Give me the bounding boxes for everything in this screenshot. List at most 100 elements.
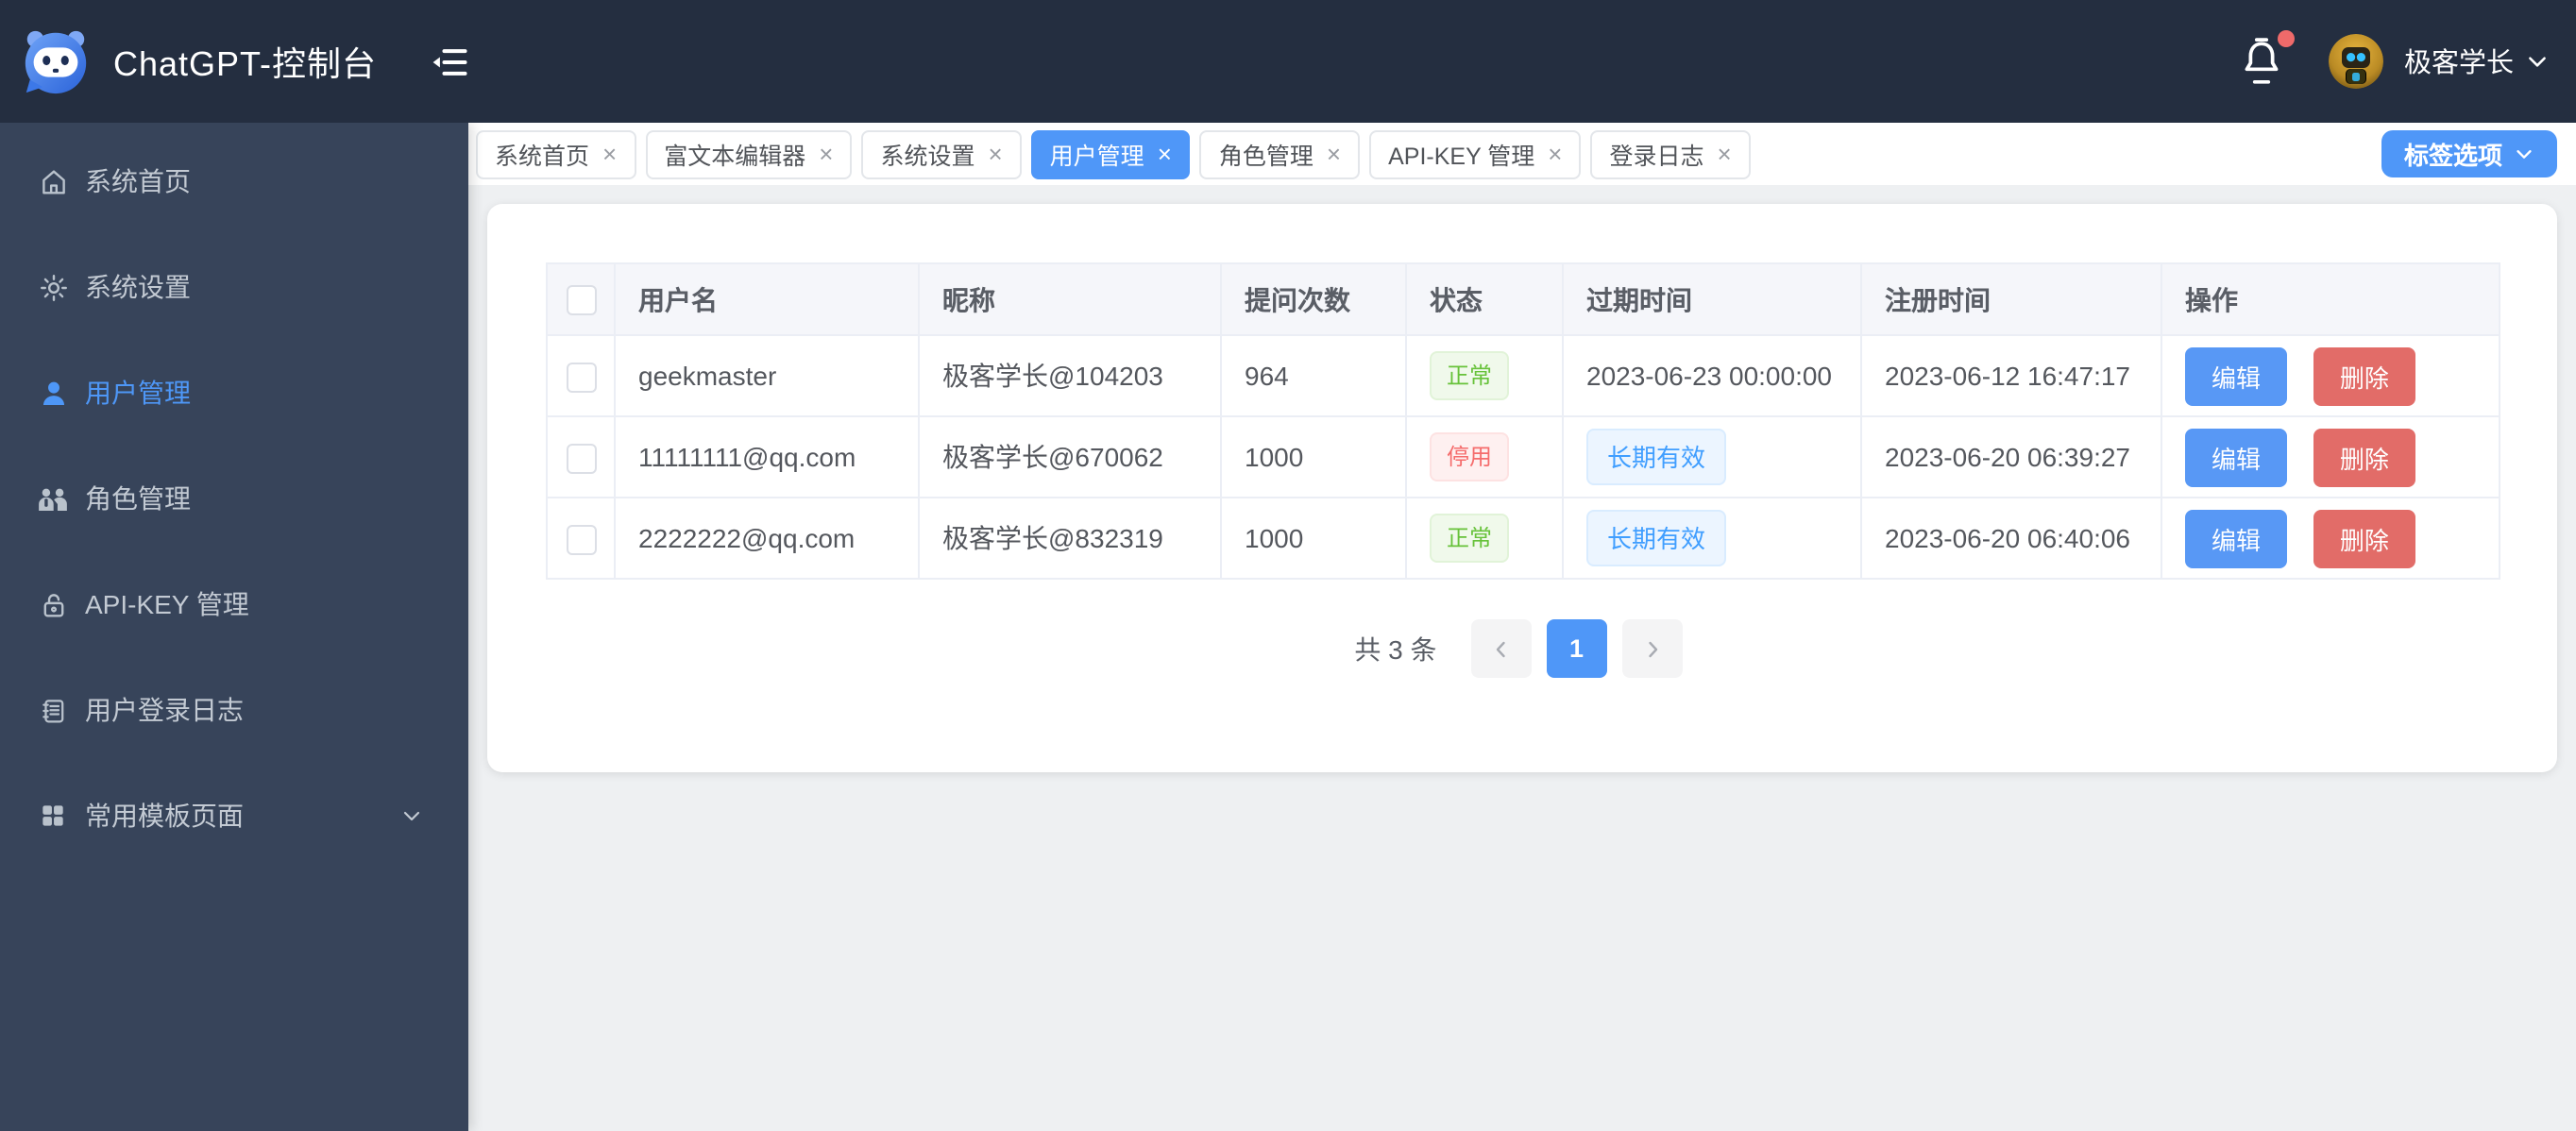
- user-table-card: 用户名 昵称 提问次数 状态 过期时间 注册时间 操作 geekmaster 极…: [487, 204, 2557, 772]
- status-badge: 正常: [1430, 514, 1510, 563]
- sidebar-item-role-management[interactable]: 角色管理: [0, 446, 468, 551]
- topbar: ChatGPT-控制台 极客学长: [0, 0, 2576, 123]
- delete-button[interactable]: 删除: [2313, 428, 2415, 486]
- select-all-checkbox[interactable]: [566, 285, 596, 316]
- cell-expire-time: 2023-06-23 00:00:00: [1562, 334, 1862, 417]
- tag-options-button[interactable]: 标签选项: [2381, 130, 2557, 177]
- delete-button[interactable]: 删除: [2313, 509, 2415, 567]
- user-table: 用户名 昵称 提问次数 状态 过期时间 注册时间 操作 geekmaster 极…: [546, 262, 2500, 580]
- edit-button[interactable]: 编辑: [2185, 428, 2288, 486]
- user-name[interactable]: 极客学长: [2404, 42, 2514, 81]
- cell-username: 2222222@qq.com: [614, 497, 920, 580]
- row-checkbox[interactable]: [566, 443, 596, 474]
- user-avatar[interactable]: [2329, 34, 2383, 89]
- gear-icon: [36, 270, 70, 304]
- pagination: 共 3 条 1: [546, 619, 2499, 678]
- col-header-username: 用户名: [614, 262, 920, 336]
- col-header-actions: 操作: [2161, 262, 2500, 336]
- chevron-down-icon: [2514, 143, 2534, 164]
- pagination-next-button[interactable]: [1621, 619, 1683, 678]
- expire-badge: 长期有效: [1586, 510, 1727, 566]
- tab-close-icon[interactable]: ×: [1327, 142, 1341, 166]
- tab-label: 系统首页: [495, 143, 590, 170]
- col-header-nickname: 昵称: [918, 262, 1222, 336]
- sidebar-item-home[interactable]: 系统首页: [0, 128, 468, 234]
- cell-register-time: 2023-06-20 06:39:27: [1860, 415, 2162, 498]
- sidebar-item-template-pages[interactable]: 常用模板页面: [0, 763, 468, 869]
- sidebar-item-label: 常用模板页面: [85, 801, 244, 831]
- sidebar-collapse-icon[interactable]: [424, 37, 473, 86]
- cell-nickname: 极客学长@670062: [918, 415, 1222, 498]
- col-header-expire-time: 过期时间: [1562, 262, 1862, 336]
- row-checkbox[interactable]: [566, 362, 596, 393]
- tab-label: API-KEY 管理: [1388, 143, 1535, 170]
- table-row: geekmaster 极客学长@104203 964 正常 2023-06-23…: [546, 334, 2500, 417]
- tab-close-icon[interactable]: ×: [602, 142, 617, 166]
- tab-richtext-editor[interactable]: 富文本编辑器 ×: [645, 129, 853, 178]
- sidebar-item-label: 角色管理: [85, 483, 191, 514]
- table-header-row: 用户名 昵称 提问次数 状态 过期时间 注册时间 操作: [546, 262, 2500, 336]
- status-badge: 停用: [1430, 432, 1510, 481]
- cell-register-time: 2023-06-20 06:40:06: [1860, 497, 2162, 580]
- sidebar-item-label: 用户管理: [85, 378, 191, 408]
- app-title: ChatGPT-控制台: [113, 44, 378, 82]
- pagination-total: 共 3 条: [1354, 633, 1437, 664]
- tab-close-icon[interactable]: ×: [1717, 142, 1731, 166]
- table-row: 11111111@qq.com 极客学长@670062 1000 停用 长期有效…: [546, 415, 2500, 498]
- cell-question-count: 1000: [1220, 497, 1407, 580]
- tab-close-icon[interactable]: ×: [819, 142, 833, 166]
- tab-user-management[interactable]: 用户管理 ×: [1030, 129, 1191, 178]
- pagination-prev-button[interactable]: [1470, 619, 1532, 678]
- lock-icon: [36, 587, 70, 621]
- sidebar-item-user-management[interactable]: 用户管理: [0, 340, 468, 446]
- delete-button[interactable]: 删除: [2313, 346, 2415, 405]
- cell-nickname: 极客学长@104203: [918, 334, 1222, 417]
- sidebar-item-settings[interactable]: 系统设置: [0, 234, 468, 340]
- cell-question-count: 1000: [1220, 415, 1407, 498]
- submenu-chevron-down-icon: [400, 804, 423, 827]
- tab-system-settings[interactable]: 系统设置 ×: [861, 129, 1022, 178]
- tab-label: 用户管理: [1049, 143, 1144, 170]
- row-checkbox[interactable]: [566, 524, 596, 555]
- tab-label: 富文本编辑器: [664, 143, 806, 170]
- tag-options-label: 标签选项: [2403, 142, 2502, 170]
- tab-login-log[interactable]: 登录日志 ×: [1590, 129, 1751, 178]
- notification-bell-icon[interactable]: [2238, 29, 2295, 88]
- tab-label: 系统设置: [880, 143, 975, 170]
- cell-register-time: 2023-06-12 16:47:17: [1860, 334, 2162, 417]
- tab-strip: 系统首页 × 富文本编辑器 × 系统设置 × 用户管理 × 角色管理 × API…: [468, 123, 2576, 185]
- user-menu-chevron-down-icon[interactable]: [2525, 49, 2550, 74]
- tab-close-icon[interactable]: ×: [1158, 142, 1172, 166]
- col-header-question-count: 提问次数: [1220, 262, 1407, 336]
- main-content: 用户名 昵称 提问次数 状态 过期时间 注册时间 操作 geekmaster 极…: [468, 185, 2576, 1131]
- sidebar: 系统首页 系统设置 用户管理 角色管理 API-KEY 管理 用户登录日志 常用…: [0, 123, 468, 1131]
- col-header-status: 状态: [1405, 262, 1564, 336]
- home-icon: [36, 164, 70, 198]
- sidebar-item-label: API-KEY 管理: [85, 589, 249, 619]
- status-badge: 正常: [1430, 351, 1510, 400]
- edit-button[interactable]: 编辑: [2185, 346, 2288, 405]
- tab-close-icon[interactable]: ×: [1548, 142, 1562, 166]
- sidebar-item-label: 系统首页: [85, 166, 191, 196]
- tab-label: 登录日志: [1609, 143, 1704, 170]
- tab-role-management[interactable]: 角色管理 ×: [1199, 129, 1361, 178]
- sidebar-item-label: 系统设置: [85, 272, 191, 302]
- tab-label: 角色管理: [1218, 143, 1313, 170]
- cell-username: 11111111@qq.com: [614, 415, 920, 498]
- pagination-page-1[interactable]: 1: [1546, 619, 1607, 678]
- tab-home[interactable]: 系统首页 ×: [476, 129, 636, 178]
- edit-button[interactable]: 编辑: [2185, 509, 2288, 567]
- journal-icon: [36, 693, 70, 727]
- grid-icon: [36, 799, 70, 833]
- app-logo-robot-icon: [19, 25, 93, 98]
- team-icon: [36, 481, 70, 515]
- sidebar-item-login-log[interactable]: 用户登录日志: [0, 657, 468, 763]
- app-viewport: ChatGPT-控制台 极客学长 系统首页 系统设置 用户管理 角色管理 API…: [0, 0, 2576, 1131]
- table-row: 2222222@qq.com 极客学长@832319 1000 正常 长期有效 …: [546, 497, 2500, 580]
- cell-question-count: 964: [1220, 334, 1407, 417]
- cell-nickname: 极客学长@832319: [918, 497, 1222, 580]
- notification-badge-dot: [2278, 29, 2295, 46]
- tab-close-icon[interactable]: ×: [988, 142, 1002, 166]
- tab-apikey-management[interactable]: API-KEY 管理 ×: [1369, 129, 1582, 178]
- sidebar-item-apikey-management[interactable]: API-KEY 管理: [0, 551, 468, 657]
